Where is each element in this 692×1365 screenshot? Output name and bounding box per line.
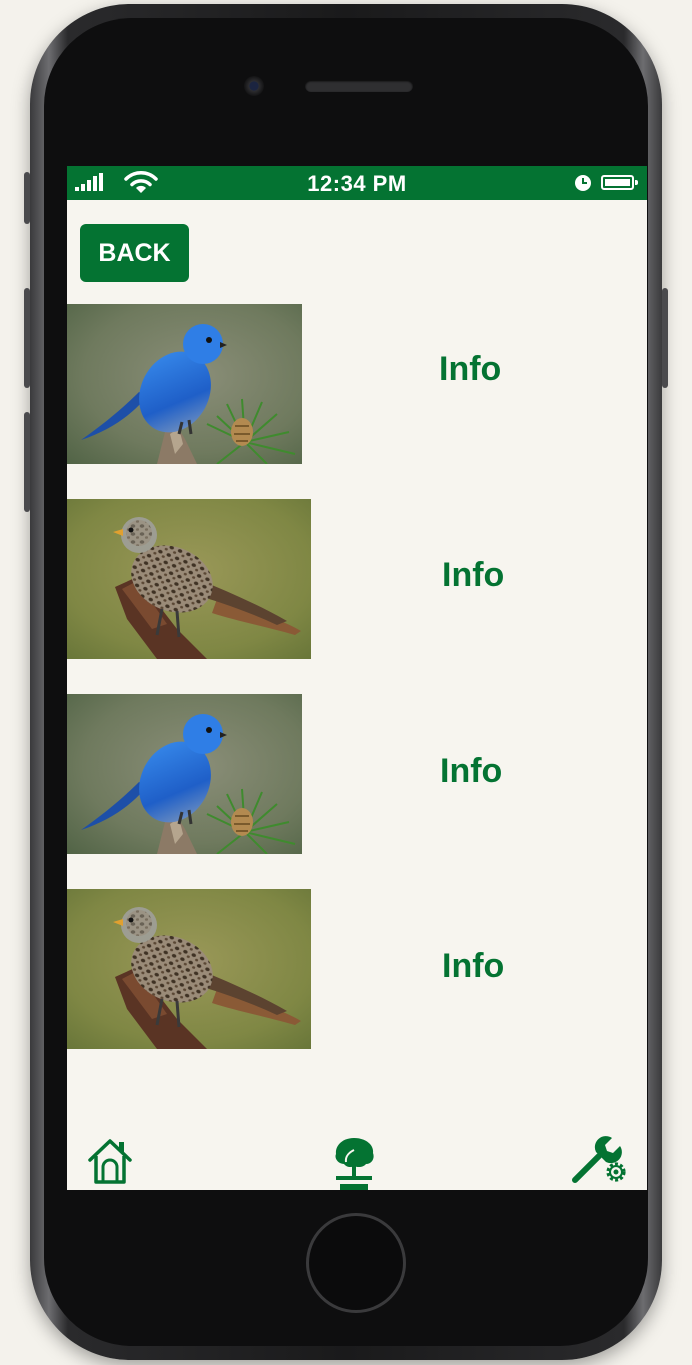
bird-photo-bluebird[interactable] bbox=[67, 304, 302, 464]
info-link[interactable]: Info bbox=[442, 556, 504, 595]
battery-icon bbox=[601, 175, 638, 190]
bird-photo-bluebird[interactable] bbox=[67, 694, 302, 854]
info-link[interactable]: Info bbox=[442, 947, 504, 986]
front-camera bbox=[244, 76, 264, 96]
app-screen: 12:34 PM BACK Info Info Info Info bbox=[67, 166, 647, 1190]
power-button bbox=[662, 288, 668, 388]
back-button[interactable]: BACK bbox=[80, 224, 189, 282]
clock-icon bbox=[575, 175, 591, 191]
home-icon[interactable] bbox=[87, 1136, 133, 1184]
tree-icon[interactable] bbox=[332, 1136, 376, 1190]
info-link[interactable]: Info bbox=[440, 752, 502, 791]
earpiece-speaker bbox=[305, 80, 413, 92]
home-button[interactable] bbox=[306, 1213, 406, 1313]
bird-photo-spotted[interactable] bbox=[67, 889, 311, 1049]
status-time: 12:34 PM bbox=[307, 171, 407, 196]
settings-wrench-icon[interactable] bbox=[569, 1134, 631, 1186]
bird-list-item: Info bbox=[67, 304, 647, 464]
volume-down-button bbox=[24, 412, 30, 512]
bird-photo-spotted[interactable] bbox=[67, 499, 311, 659]
bird-list-item: Info bbox=[67, 889, 647, 1049]
mute-switch bbox=[24, 172, 30, 224]
bird-list-item: Info bbox=[67, 499, 647, 659]
bird-list-item: Info bbox=[67, 694, 647, 854]
volume-up-button bbox=[24, 288, 30, 388]
status-bar: 12:34 PM bbox=[67, 166, 647, 200]
info-link[interactable]: Info bbox=[439, 350, 501, 389]
